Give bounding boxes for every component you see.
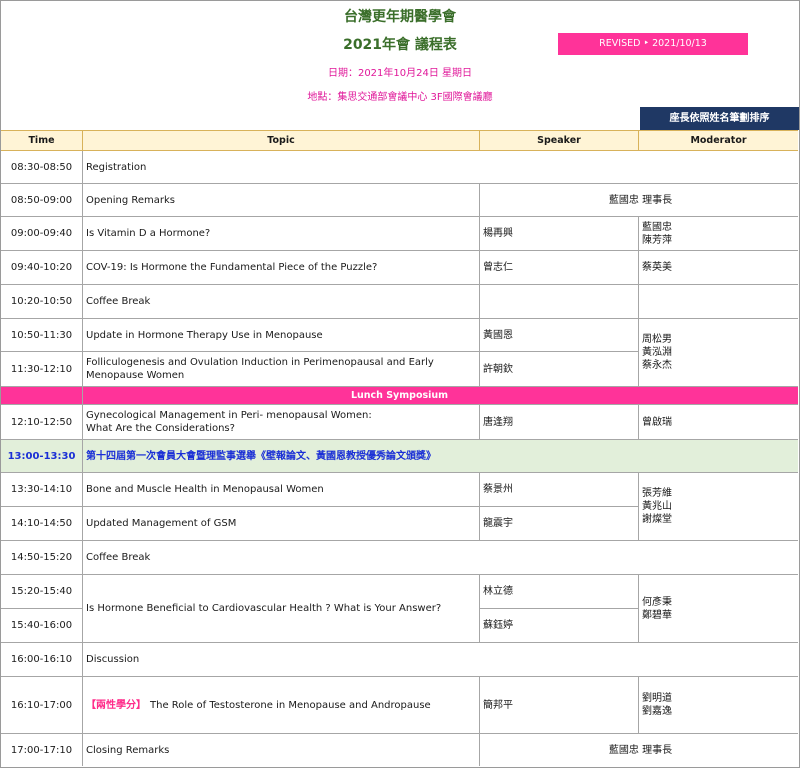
moderator-cell: 張芳維 黃兆山 謝燦堂: [642, 488, 672, 525]
topic-cell: Opening Remarks: [86, 194, 175, 206]
moderator-cell: 周松男 黃泓淵 蔡永杰: [642, 334, 672, 371]
time-cell: 11:30-12:10: [10, 363, 73, 375]
topic-cell: Registration: [86, 161, 147, 173]
speaker-cell: 龍震宇: [483, 518, 513, 529]
time-cell: 13:30-14:10: [10, 484, 73, 495]
time-cell: 08:30-08:50: [10, 161, 73, 173]
topic-cell: Updated Management of GSM: [86, 518, 237, 529]
time-cell: 08:50-09:00: [10, 194, 73, 206]
topic-tag: 【兩性學分】: [86, 699, 146, 711]
column-header-speaker: Speaker: [480, 130, 638, 151]
speaker-cell: 蘇鈺婷: [483, 620, 513, 631]
time-cell: 16:10-17:00: [10, 699, 73, 711]
time-cell: 10:50-11:30: [10, 329, 73, 341]
moderator-order-note: 座長依照姓名筆劃排序: [640, 107, 799, 130]
speaker-cell: 藍國忠 理事長: [608, 744, 673, 756]
topic-cell: Gynecological Management in Peri- menopa…: [86, 410, 372, 434]
lunch-symposium-bar: Lunch Symposium: [1, 386, 798, 404]
speaker-cell: 曾志仁: [483, 262, 513, 273]
topic-cell: Coffee Break: [86, 296, 151, 307]
time-cell: 15:20-15:40: [10, 586, 73, 597]
column-header-time: Time: [1, 130, 82, 151]
society-name: 台灣更年期醫學會: [344, 9, 456, 25]
topic-cell: Coffee Break: [86, 552, 151, 563]
column-header-topic: Topic: [83, 130, 479, 151]
topic-text: The Role of Testosterone in Menopause an…: [150, 699, 431, 711]
column-header-moderator: Moderator: [639, 130, 798, 151]
time-cell: 17:00-17:10: [10, 744, 73, 756]
moderator-cell: 曾啟瑞: [642, 416, 672, 428]
time-cell: 10:20-10:50: [10, 296, 73, 307]
speaker-cell: 楊再興: [483, 228, 513, 239]
topic-cell: Bone and Muscle Health in Menopausal Wom…: [86, 484, 324, 495]
time-cell: 14:50-15:20: [10, 552, 73, 563]
topic-cell: Discussion: [86, 654, 140, 665]
speaker-cell: 簡邦平: [483, 699, 513, 711]
topic-cell: Is Vitamin D a Hormone?: [86, 228, 211, 239]
speaker-cell: 藍國忠 理事長: [608, 194, 673, 206]
moderator-cell: 蔡英美: [642, 262, 672, 273]
revised-badge: REVISED ‣ 2021/10/13: [558, 33, 748, 55]
time-cell: 09:00-09:40: [10, 228, 73, 239]
topic-cell: 【兩性學分】 The Role of Testosterone in Menop…: [83, 677, 479, 733]
header-divider: [479, 130, 480, 151]
speaker-cell: 黃國恩: [483, 329, 513, 341]
time-cell: 16:00-16:10: [10, 654, 73, 665]
time-cell: 15:40-16:00: [10, 620, 73, 631]
topic-cell: Update in Hormone Therapy Use in Menopau…: [86, 329, 323, 341]
speaker-cell: 唐逢翔: [483, 416, 513, 428]
time-cell: 14:10-14:50: [10, 518, 73, 529]
event-venue: 地點：集思交通部會議中心 3F國際會議廳: [307, 92, 493, 103]
header-divider: [82, 130, 83, 151]
speaker-cell: 蔡景州: [483, 484, 513, 495]
moderator-cell: 何彥秉 鄭碧華: [642, 596, 672, 621]
header-divider: [638, 130, 639, 151]
row-divider: [1, 386, 798, 387]
event-date: 日期：2021年10月24日 星期日: [327, 68, 473, 79]
moderator-cell: 劉明道 劉嘉逸: [642, 693, 672, 717]
time-cell: 12:10-12:50: [10, 416, 73, 428]
topic-cell: COV-19: Is Hormone the Fundamental Piece…: [86, 262, 378, 273]
time-cell: 09:40-10:20: [10, 262, 73, 273]
moderator-cell: 藍國忠 陳芳萍: [642, 221, 672, 246]
topic-cell: Folliculogenesis and Ovulation Induction…: [86, 357, 434, 381]
topic-cell: Closing Remarks: [86, 744, 170, 756]
topic-cell: 第十四屆第一次會員大會暨理監事選舉《壁報論文、黃國恩教授優秀論文頒獎》: [86, 450, 436, 462]
time-cell: 13:00-13:30: [7, 450, 76, 462]
speaker-cell: 許朝欽: [483, 363, 513, 375]
topic-cell: Is Hormone Beneficial to Cardiovascular …: [86, 603, 442, 614]
speaker-cell: 林立德: [483, 586, 513, 597]
